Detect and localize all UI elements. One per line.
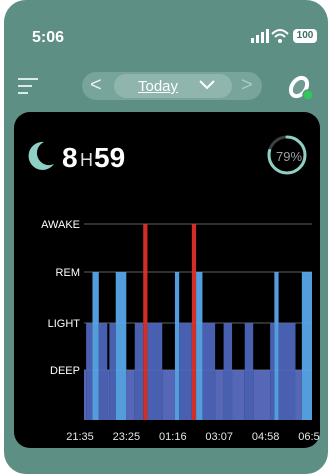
stage-segment [109,323,116,420]
x-tick-label: 03:07 [205,431,233,443]
stage-segment [253,370,271,420]
stage-segment [84,370,87,420]
stage-segment [215,370,224,420]
moon-icon [28,141,54,170]
stage-label: AWAKE [41,219,80,231]
sleep-stage-chart: AWAKE REM LIGHT DEEP 21:35 23:25 01:16 03:07 04:… [41,219,320,443]
stage-segment [107,370,110,420]
stage-segment [179,323,192,420]
stage-segment [174,272,180,420]
stage-segment [143,224,148,420]
next-day-button[interactable]: > [241,74,253,97]
stage-segment [223,323,233,420]
status-time: 5:06 [32,29,65,46]
wifi-icon [271,29,289,43]
stage-segment [270,323,275,420]
stage-segment [147,323,163,420]
signal-icon [251,29,269,43]
stage-segment [134,323,144,420]
stage-segment [196,272,203,420]
date-dropdown[interactable]: Today [114,74,232,98]
date-selector: < Today > [82,72,262,100]
stage-segment [86,323,93,420]
sleep-score: 79% [276,149,303,164]
stage-segment [274,272,279,420]
sleep-hours: 8 [62,142,78,173]
x-tick-label: 04:58 [252,431,280,443]
prev-day-button[interactable]: < [90,74,102,97]
x-tick-label: 23:25 [113,431,141,443]
stage-segment [232,370,245,420]
date-label: Today [138,78,179,95]
chevron-down-icon [199,80,215,90]
sleep-minutes: 59 [94,142,126,173]
stage-segment [191,224,197,420]
stage-label: LIGHT [48,318,81,330]
status-bar: 5:06 100 [4,0,328,62]
stage-label: REM [56,267,80,279]
battery-icon: 100 [293,29,317,43]
stage-label: DEEP [50,365,80,377]
menu-icon[interactable] [18,76,40,96]
phone-screen: 5:06 100 < Today > 8 H 59 79% AWAKE REM … [4,0,328,474]
stage-segment [202,323,216,420]
stage-segment [162,370,175,420]
x-tick-label: 01:16 [159,431,187,443]
x-tick-label: 21:35 [66,431,94,443]
x-tick-label: 06:50 [298,431,320,443]
stage-segment [295,370,302,420]
stage-segment [92,272,99,420]
sleep-card: 8 H 59 79% AWAKE REM LIGHT DEEP 21:35 23:25 01… [14,112,320,448]
stage-segment [301,272,312,420]
nav-bar: < Today > [4,62,328,108]
stage-segment [98,323,108,420]
hours-unit: H [80,150,93,170]
stage-segment [115,272,127,420]
stage-segment [126,370,135,420]
stage-segment [278,323,296,420]
watch-icon[interactable] [286,72,316,102]
stage-segment [244,323,254,420]
